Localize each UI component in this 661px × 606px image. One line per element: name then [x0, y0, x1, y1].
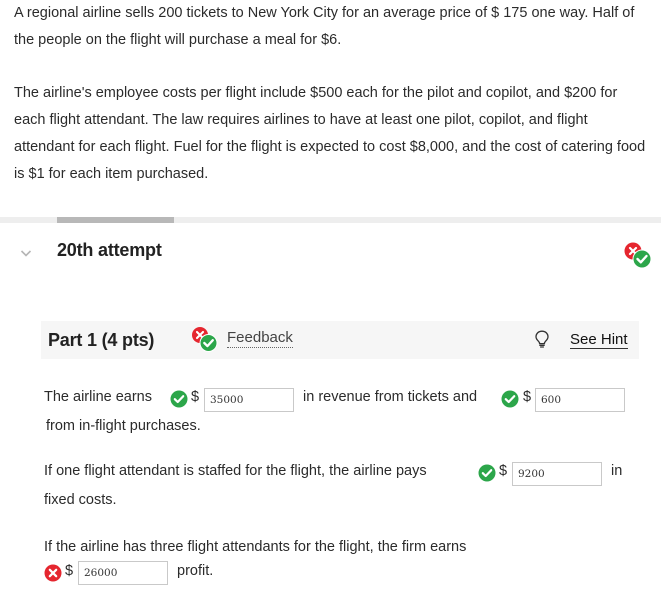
part-header: Part 1 (4 pts) Feedback See Hint: [41, 321, 639, 359]
currency-symbol: $: [499, 463, 508, 479]
feedback-link[interactable]: Feedback: [227, 329, 293, 348]
problem-paragraph-2: The airline's employee costs per flight …: [14, 85, 646, 182]
currency-symbol: $: [191, 389, 200, 405]
check-circle-icon: [170, 390, 188, 408]
part-title: Part 1 (4 pts): [48, 330, 155, 350]
status-mixed-icon: [192, 327, 218, 352]
problem-statement: A regional airline sells 200 tickets to …: [14, 0, 649, 214]
question-1-suffix: from in-flight purchases.: [46, 418, 201, 434]
question-1-middle: in revenue from tickets and: [303, 389, 478, 405]
ticket-revenue-input[interactable]: 35000: [204, 388, 294, 412]
problem-paragraph-1: A regional airline sells 200 tickets to …: [14, 5, 635, 48]
question-2-suffix-in: in: [611, 463, 623, 479]
check-circle-icon: [501, 390, 519, 408]
attempt-header[interactable]: 20th attempt: [0, 224, 661, 280]
lightbulb-icon: [535, 330, 549, 348]
x-circle-icon: [44, 564, 62, 582]
check-circle-icon: [478, 464, 496, 482]
inflight-revenue-input[interactable]: 600: [535, 388, 625, 412]
chevron-down-icon[interactable]: [20, 247, 32, 259]
currency-symbol: $: [523, 389, 532, 405]
question-3-suffix: profit.: [177, 563, 214, 579]
question-2-suffix: fixed costs.: [44, 492, 117, 508]
fixed-costs-input[interactable]: 9200: [512, 462, 602, 486]
currency-symbol: $: [65, 563, 74, 579]
profit-input[interactable]: 26000: [78, 561, 168, 585]
attempt-tab-indicator: [57, 217, 174, 223]
question-2-prefix: If one flight attendant is staffed for t…: [44, 463, 427, 479]
question-1-prefix: The airline earns: [44, 389, 152, 405]
status-mixed-icon: [624, 242, 652, 269]
question-3-prefix: If the airline has three flight attendan…: [44, 539, 467, 555]
attempt-title: 20th attempt: [57, 240, 162, 260]
see-hint-label[interactable]: See Hint: [570, 331, 628, 349]
